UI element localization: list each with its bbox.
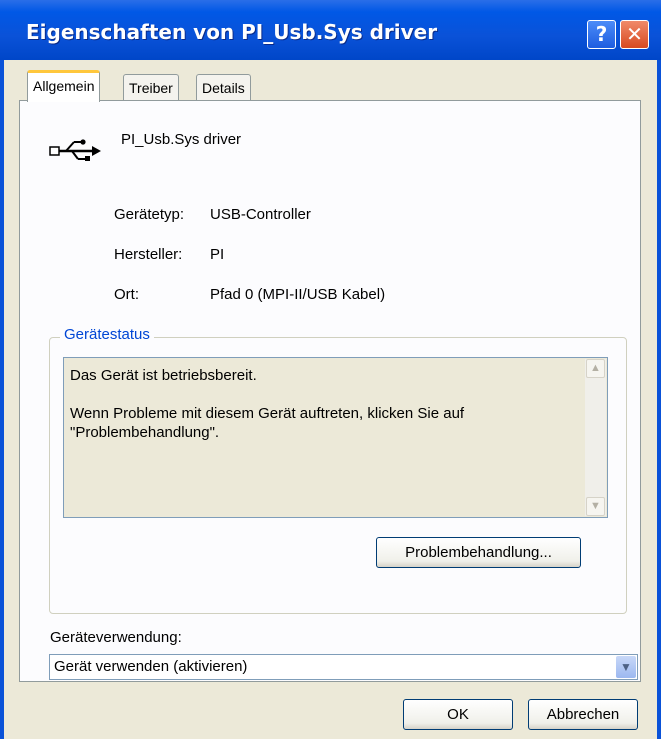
device-usage-value: Gerät verwenden (aktivieren)	[54, 658, 248, 675]
manufacturer-value: PI	[210, 246, 225, 263]
window-frame-left	[0, 60, 4, 739]
troubleshoot-button[interactable]: Problembehandlung...	[376, 537, 581, 568]
tab-treiber[interactable]: Treiber	[123, 74, 179, 100]
tab-details[interactable]: Details	[196, 74, 251, 100]
device-status-label: Gerätestatus	[60, 326, 154, 343]
device-usage-label: Geräteverwendung:	[50, 629, 182, 646]
device-name: PI_Usb.Sys driver	[121, 131, 242, 148]
close-button[interactable]: ✕	[620, 20, 649, 49]
window-title: Eigenschaften von PI_Usb.Sys driver	[26, 20, 438, 44]
location-value: Pfad 0 (MPI-II/USB Kabel)	[210, 286, 386, 303]
title-bar[interactable]: Eigenschaften von PI_Usb.Sys driver ? ✕	[0, 0, 661, 60]
device-status-textbox[interactable]: Das Gerät ist betriebsbereit. Wenn Probl…	[63, 357, 608, 518]
scroll-down-icon[interactable]: ▼	[586, 497, 605, 516]
scroll-up-icon[interactable]: ▲	[586, 359, 605, 378]
usb-icon	[49, 139, 101, 161]
device-type-value: USB-Controller	[210, 206, 311, 223]
tab-allgemein[interactable]: Allgemein	[27, 70, 101, 102]
device-status-text: Das Gerät ist betriebsbereit. Wenn Probl…	[70, 367, 465, 441]
status-scrollbar[interactable]: ▲ ▼	[585, 359, 606, 516]
location-label: Ort:	[114, 286, 139, 303]
manufacturer-label: Hersteller:	[114, 246, 183, 263]
chevron-down-icon[interactable]: ▼	[616, 656, 636, 678]
cancel-button[interactable]: Abbrechen	[528, 699, 638, 730]
device-usage-select[interactable]: Gerät verwenden (aktivieren) ▼	[49, 654, 638, 680]
window-frame-right	[657, 60, 661, 739]
properties-dialog: Eigenschaften von PI_Usb.Sys driver ? ✕ …	[0, 0, 661, 739]
ok-button[interactable]: OK	[403, 699, 513, 730]
device-type-label: Gerätetyp:	[114, 206, 185, 223]
help-button[interactable]: ?	[587, 20, 616, 49]
